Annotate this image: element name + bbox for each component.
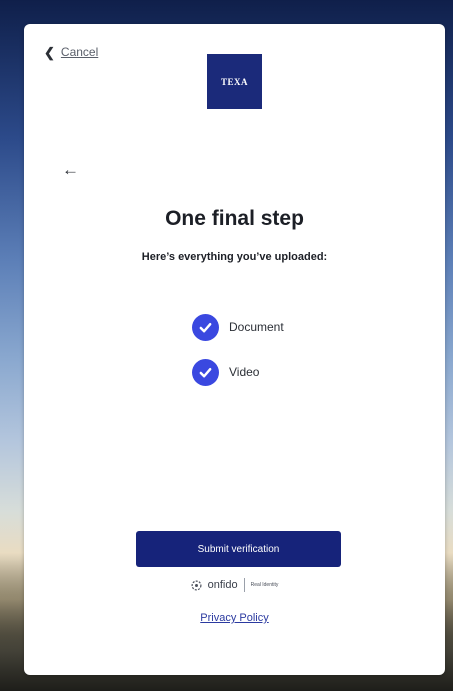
back-button[interactable]: ← [62,161,79,178]
onfido-tagline: Real Identity [250,582,279,588]
upload-item-video: Video [192,358,284,386]
cancel-link[interactable]: ❮ Cancel [44,45,98,59]
arrow-left-icon: ← [62,160,79,179]
upload-label: Video [229,365,260,379]
chevron-left-icon: ❮ [44,44,55,60]
onfido-logo-icon [191,580,202,591]
check-circle-icon [192,358,219,386]
company-logo: TEXA [207,54,262,109]
submit-verification-button[interactable]: Submit verification [136,531,341,567]
privacy-policy-link[interactable]: Privacy Policy [24,612,445,624]
uploads-list: Document Video [192,313,284,403]
page-subtitle: Here’s everything you’ve uploaded: [141,251,328,263]
check-circle-icon [192,313,219,341]
verification-card: ❮ Cancel TEXA ← One final step Here’s ev… [24,24,445,675]
upload-label: Document [229,320,284,334]
cancel-label: Cancel [60,45,99,59]
onfido-branding: onfido Real Identity [24,578,445,592]
onfido-brand-name: onfido [207,579,238,591]
page-title: One final step [165,207,304,230]
logo-text: TEXA [220,76,248,87]
upload-item-document: Document [192,313,284,341]
brand-divider [243,578,245,592]
